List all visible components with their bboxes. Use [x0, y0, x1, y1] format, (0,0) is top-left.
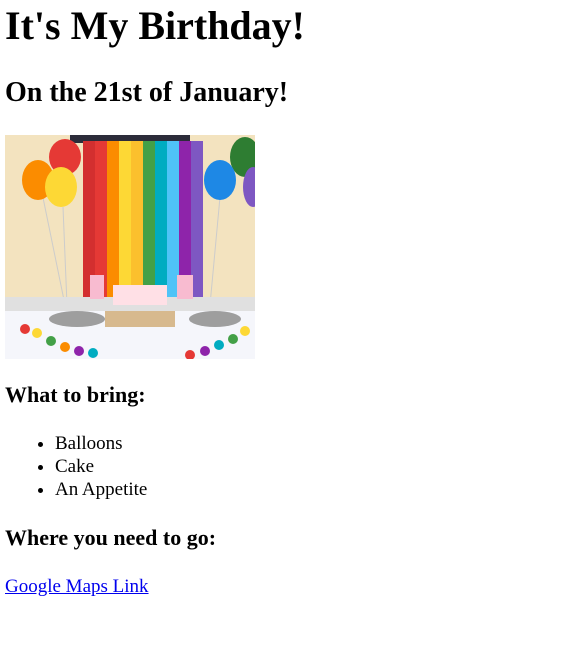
page-subtitle: On the 21st of January!	[5, 77, 289, 108]
bring-heading: What to bring:	[5, 382, 146, 407]
list-item: Cake	[55, 455, 147, 478]
birthday-party-image	[5, 135, 255, 359]
page-title: It's My Birthday!	[5, 3, 305, 48]
google-maps-link[interactable]: Google Maps Link	[5, 575, 149, 599]
location-heading: Where you need to go:	[5, 525, 217, 550]
list-item: Balloons	[55, 432, 147, 455]
bring-list: Balloons Cake An Appetite	[15, 432, 147, 501]
list-item: An Appetite	[55, 478, 147, 501]
